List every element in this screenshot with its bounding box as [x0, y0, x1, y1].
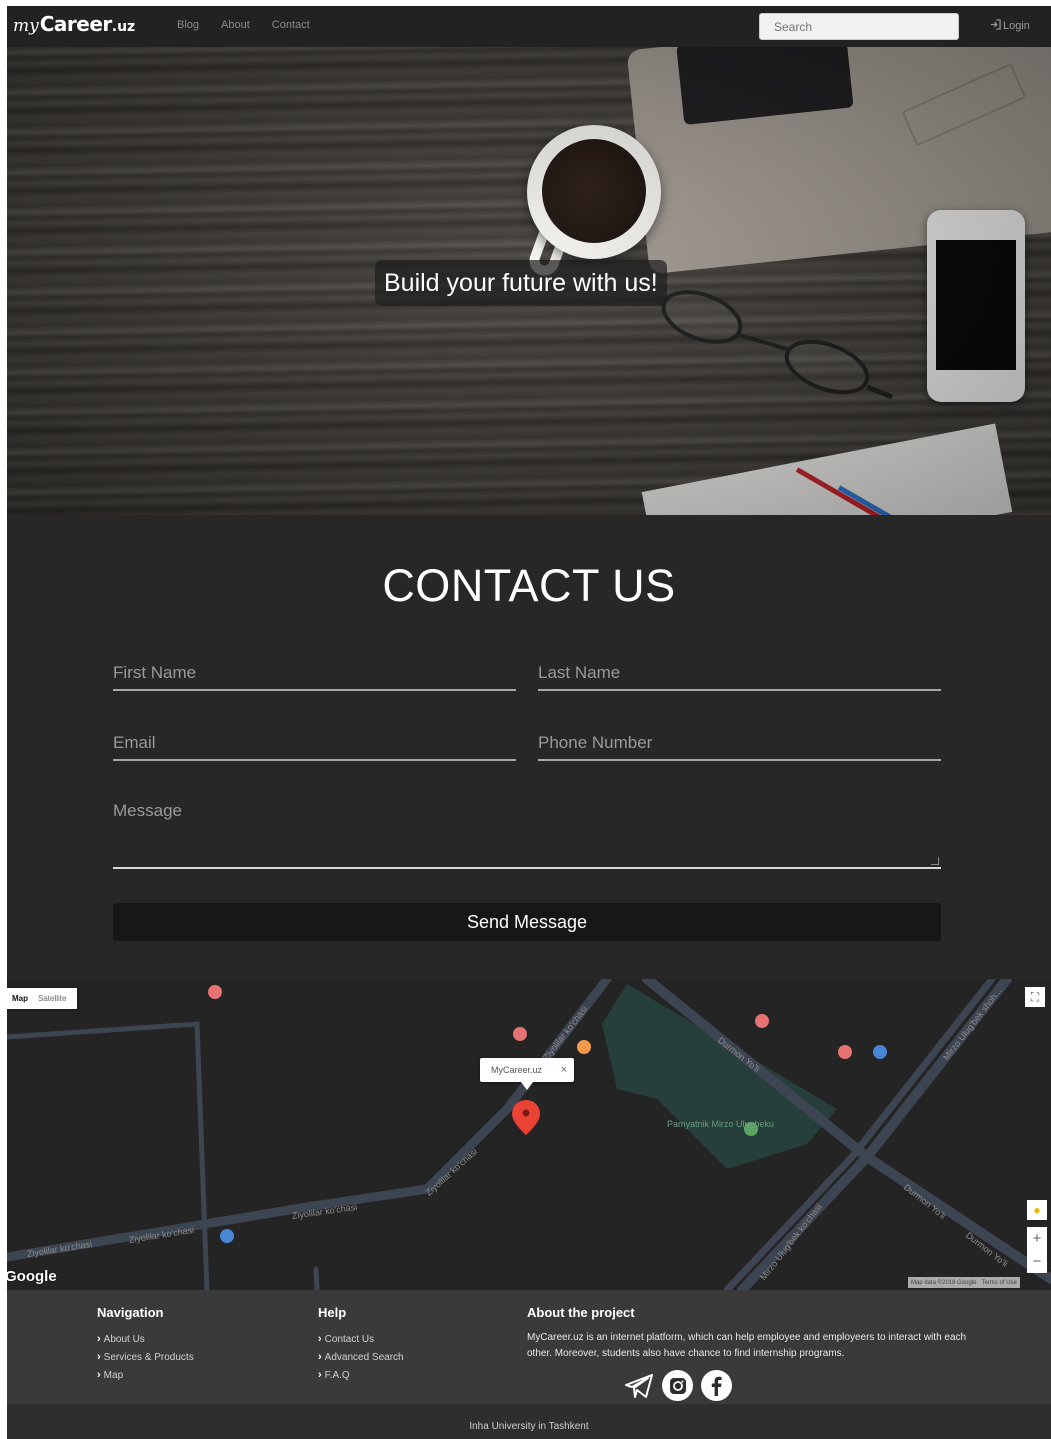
contact-title: CONTACT US [382, 560, 676, 611]
footer-link-label: Contact Us [324, 1333, 375, 1345]
footer-link-advanced-search[interactable]: › Advanced Search [318, 1348, 404, 1366]
login-icon [990, 19, 1001, 33]
footer-link-label: Map [103, 1369, 124, 1381]
footer: Navigation › About Us › Services & Product… [7, 1290, 1051, 1404]
footer-navigation-title: Navigation [97, 1305, 164, 1320]
instagram-icon[interactable] [662, 1370, 693, 1401]
map-type-control: Map Satellite [7, 988, 77, 1009]
footer-link-label: Services & Products [103, 1351, 194, 1363]
footer-link-about-us[interactable]: › About Us [97, 1330, 194, 1348]
navbar: my Career .uz Blog About Contact Login [7, 6, 1051, 47]
poi-marker-icon[interactable] [838, 1045, 852, 1059]
street-view-pegman-icon[interactable]: ● [1027, 1200, 1047, 1220]
google-map[interactable]: Ziyolilar ko'chasi Ziyolilar ko'chasi Zi… [7, 979, 1051, 1290]
place-label: Pamyatnik Mirzo Ulugbeku [667, 1119, 775, 1129]
park-area [602, 984, 837, 1169]
shop-marker-icon[interactable] [873, 1045, 887, 1059]
login-link[interactable]: Login [990, 19, 1030, 33]
footer-help-title: Help [318, 1305, 347, 1320]
page: my Career .uz Blog About Contact Login [7, 6, 1051, 1439]
footer-about: About the project MyCareer.uz is an inte… [527, 1305, 967, 1362]
info-window-tail [521, 1082, 533, 1090]
footer-navigation: Navigation › About Us › Services & Product… [97, 1305, 194, 1384]
footer-link-label: F.A.Q [324, 1369, 350, 1381]
footer-link-label: About Us [103, 1333, 145, 1345]
zoom-in-button[interactable]: + [1027, 1227, 1047, 1250]
map-type-map[interactable]: Map [7, 994, 33, 1003]
footer-link-label: Advanced Search [324, 1351, 404, 1363]
terms-link[interactable]: Terms of Use [981, 1280, 1016, 1286]
message-field[interactable]: Message [113, 794, 941, 869]
login-label: Login [1003, 20, 1030, 32]
map-info-window: MyCareer.uz × [480, 1058, 574, 1082]
message-placeholder: Message [113, 801, 182, 820]
brand-career: Career [39, 12, 113, 36]
brand-tld: .uz [111, 19, 136, 35]
chevron-right-icon: › [318, 1333, 322, 1345]
hero-banner: Build your future with us! [7, 47, 1051, 515]
email-field[interactable]: Email [113, 725, 516, 761]
poi-marker-icon[interactable] [513, 1027, 527, 1041]
nav-links: Blog About Contact [177, 19, 310, 31]
zoom-out-button[interactable]: − [1027, 1250, 1047, 1273]
copyright-text: Inha University in Tashkent [469, 1421, 589, 1432]
map-type-satellite[interactable]: Satellite [33, 994, 71, 1003]
chevron-right-icon: › [97, 1369, 101, 1381]
map-canvas [7, 979, 1051, 1290]
map-attribution: Map data ©2018 Google Terms of Use [908, 1277, 1020, 1288]
footer-link-contact-us[interactable]: › Contact Us [318, 1330, 404, 1348]
phone-number-field[interactable]: Phone Number [538, 725, 941, 761]
hotel-marker-icon[interactable] [755, 1014, 769, 1028]
food-marker-icon[interactable] [577, 1040, 591, 1054]
brand-logo[interactable]: my Career .uz [13, 12, 135, 42]
location-pin-dot [522, 1109, 530, 1117]
chevron-right-icon: › [97, 1351, 101, 1363]
nav-link-blog[interactable]: Blog [177, 19, 199, 31]
chevron-right-icon: › [318, 1369, 322, 1381]
search-input[interactable] [759, 13, 959, 40]
footer-link-map[interactable]: › Map [97, 1366, 194, 1384]
fullscreen-icon[interactable]: ⛶ [1025, 987, 1045, 1007]
chevron-right-icon: › [318, 1351, 322, 1363]
copyright-bar: Inha University in Tashkent [7, 1404, 1051, 1439]
contact-section: CONTACT US First Name Last Name Email Ph… [7, 515, 1051, 979]
resize-handle-icon[interactable] [931, 857, 939, 865]
map-data-label: Map data ©2018 Google [911, 1279, 977, 1286]
footer-help: Help › Contact Us › Advanced Search › F.A.Q [318, 1305, 404, 1384]
social-links [623, 1370, 732, 1401]
footer-link-services[interactable]: › Services & Products [97, 1348, 194, 1366]
chevron-right-icon: › [97, 1333, 101, 1345]
send-message-button[interactable]: Send Message [113, 903, 941, 941]
google-logo: Google [7, 1268, 57, 1285]
nav-link-about[interactable]: About [221, 19, 250, 31]
hotel-marker-icon[interactable] [208, 985, 222, 999]
zoom-control: + − [1027, 1227, 1047, 1273]
transit-marker-icon[interactable] [220, 1229, 234, 1243]
hero-tagline: Build your future with us! [375, 260, 667, 306]
first-name-field[interactable]: First Name [113, 655, 516, 691]
brand-my: my [13, 16, 39, 36]
close-icon[interactable]: × [561, 1064, 567, 1076]
footer-about-text: MyCareer.uz is an internet platform, whi… [527, 1332, 967, 1359]
road-stub [313, 1266, 320, 1290]
facebook-icon[interactable] [701, 1370, 732, 1401]
last-name-field[interactable]: Last Name [538, 655, 941, 691]
footer-about-title: About the project [527, 1305, 635, 1320]
footer-link-faq[interactable]: › F.A.Q [318, 1366, 404, 1384]
info-window-title: MyCareer.uz [491, 1065, 543, 1075]
location-pin-icon[interactable] [512, 1100, 540, 1135]
nav-link-contact[interactable]: Contact [272, 19, 310, 31]
telegram-icon[interactable] [623, 1370, 654, 1401]
